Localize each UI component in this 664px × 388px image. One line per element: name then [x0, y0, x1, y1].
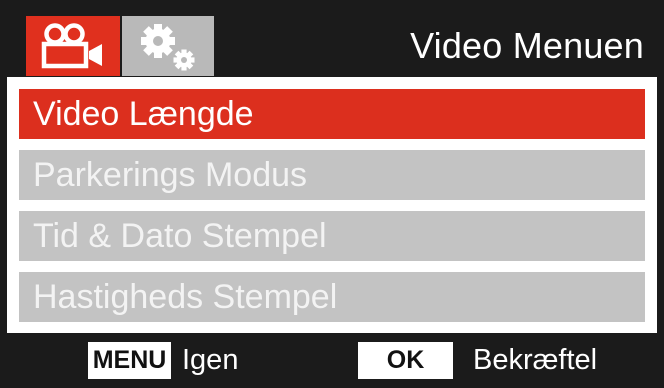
menu-item-video-length[interactable]: Video Længde	[19, 89, 645, 139]
menu-item-time-date-stamp[interactable]: Tid & Dato Stempel	[19, 211, 645, 261]
dashcam-menu-screen: Video Menuen Video Længde Parkerings Mod…	[0, 0, 664, 388]
menu-key-hint: Igen	[182, 344, 239, 376]
tab-video[interactable]	[26, 16, 120, 76]
menu-item-parking-mode[interactable]: Parkerings Modus	[19, 150, 645, 200]
button-hint-bar: MENU Igen OK Bekræftel	[0, 333, 664, 388]
ok-key-hint: Bekræftel	[473, 344, 598, 376]
menu-key-label: MENU	[88, 342, 171, 379]
menu-item-speed-stamp[interactable]: Hastigheds Stempel	[19, 272, 645, 322]
ok-key-label: OK	[358, 342, 453, 379]
tab-settings[interactable]	[122, 16, 214, 76]
menu-header: Video Menuen	[0, 0, 664, 76]
menu-title: Video Menuen	[410, 25, 644, 66]
gears-icon	[134, 20, 202, 72]
video-camera-icon	[40, 23, 106, 69]
menu-list: Video Længde Parkerings Modus Tid & Dato…	[7, 77, 657, 333]
